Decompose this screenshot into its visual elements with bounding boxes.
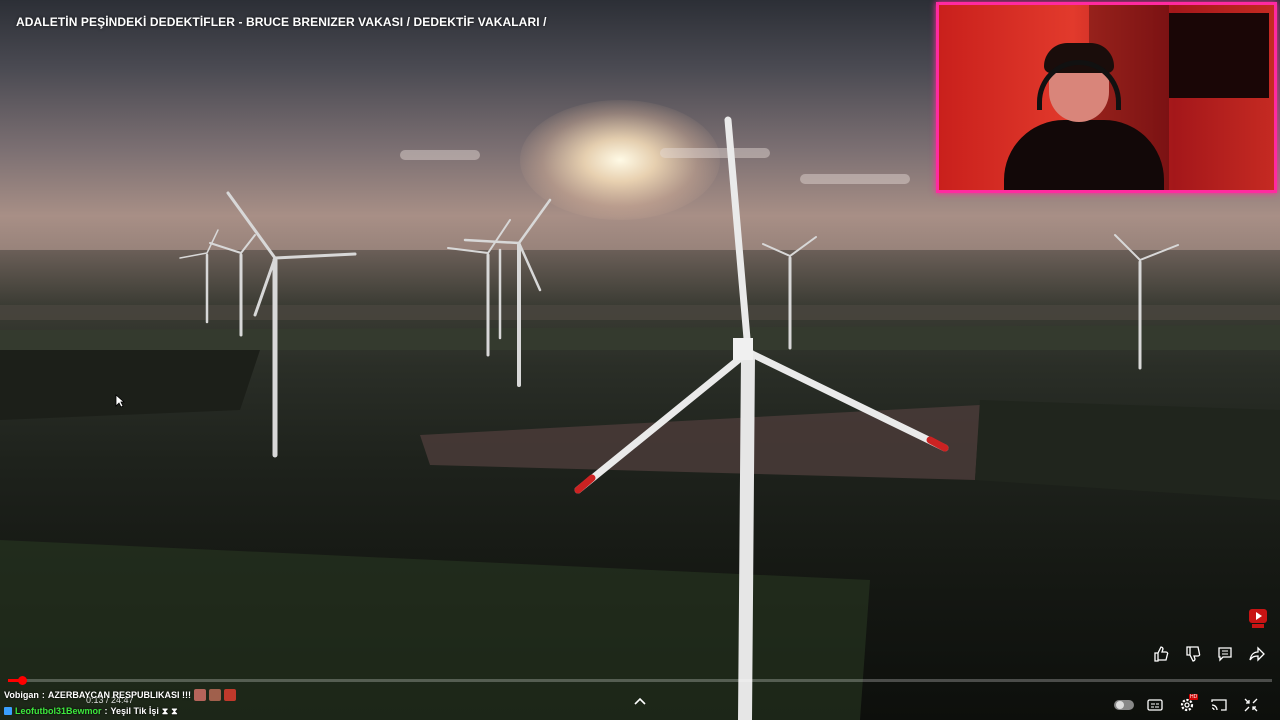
- cast-icon[interactable]: [1208, 694, 1230, 716]
- settings-icon[interactable]: HD: [1176, 694, 1199, 716]
- share-icon[interactable]: [1246, 643, 1268, 665]
- chat-message: Vobigan : AZERBAYCAN RESPUBLIKASI !!!: [4, 687, 237, 703]
- video-title[interactable]: ADALETİN PEŞİNDEKİ DEDEKTİFLER - BRUCE B…: [16, 15, 547, 29]
- emote-face: [224, 689, 237, 701]
- channel-watermark-icon[interactable]: [1248, 608, 1268, 630]
- video-actions: [1150, 643, 1268, 665]
- chat-message: Leofutbol31Bewmor : Yeşil Tik İşi ⧗ ⧗: [4, 703, 236, 719]
- verified-badge-icon: [4, 707, 12, 715]
- exit-fullscreen-icon[interactable]: [1240, 694, 1262, 716]
- progress-bar[interactable]: [8, 676, 1272, 685]
- chat-username: Vobigan: [4, 690, 39, 700]
- autoplay-toggle[interactable]: [1114, 700, 1134, 710]
- subtitles-icon[interactable]: [1144, 694, 1166, 716]
- emote-face: [209, 689, 222, 701]
- mouse-cursor-icon: [115, 394, 125, 408]
- dislike-icon[interactable]: [1182, 643, 1204, 665]
- right-controls: HD: [1114, 694, 1262, 716]
- chat-overlay: Vobigan : AZERBAYCAN RESPUBLIKASI !!! Le…: [4, 687, 237, 719]
- webcam-overlay: [936, 2, 1277, 193]
- progress-scrubber[interactable]: [18, 676, 27, 685]
- chat-username: Leofutbol31Bewmor: [15, 706, 102, 716]
- chevron-up-icon[interactable]: [633, 696, 647, 706]
- hourglass-icon: ⧗: [161, 706, 169, 716]
- chat-text: Yeşil Tik İşi: [110, 706, 159, 716]
- like-icon[interactable]: [1150, 643, 1172, 665]
- comments-icon[interactable]: [1214, 643, 1236, 665]
- emote-face: [194, 689, 207, 701]
- chat-text: AZERBAYCAN RESPUBLIKASI !!!: [47, 690, 192, 700]
- monitor: [1169, 13, 1269, 98]
- hourglass-icon: ⧗: [171, 706, 178, 716]
- hd-badge: HD: [1189, 694, 1199, 700]
